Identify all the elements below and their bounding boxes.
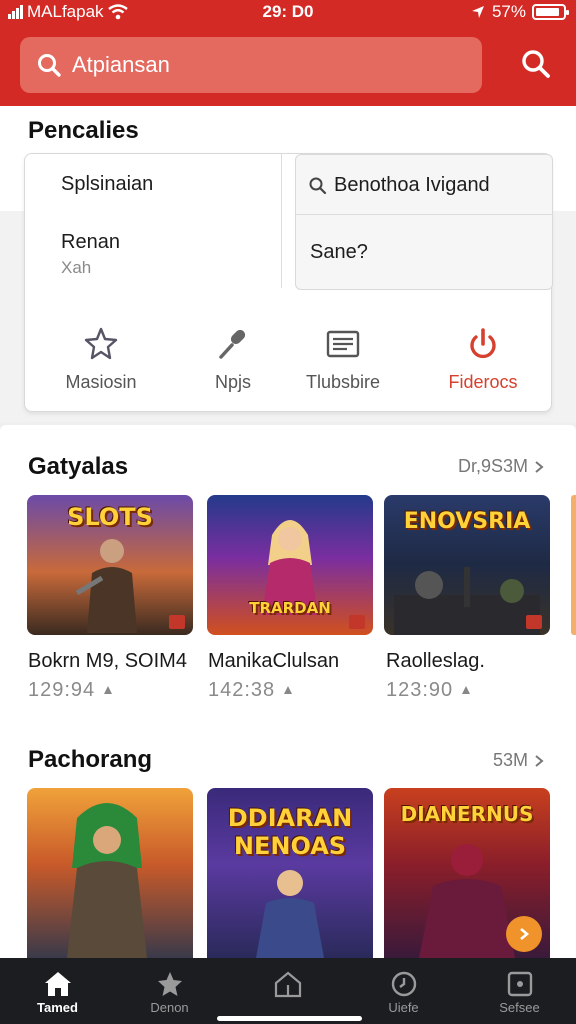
item-meta: 142:38 xyxy=(208,679,293,702)
status-right: 57% xyxy=(470,2,569,22)
search-icon xyxy=(38,54,61,77)
poster-title: SLOTS xyxy=(67,503,153,531)
square-icon xyxy=(507,971,532,997)
right-item-1-label: Benothoa Ivigand xyxy=(334,174,490,196)
action-label: Fiderocs xyxy=(448,372,518,392)
item-title[interactable]: Raolleslag. xyxy=(386,650,485,673)
poster-title: DIANERNUS xyxy=(400,802,534,826)
badge-icon xyxy=(169,615,185,629)
pin-icon xyxy=(462,685,471,694)
app-header: MALfapak 29: D0 57% Atpiansan xyxy=(0,0,576,106)
bottom-navigation: Tamed Denon Uiefe Sefsee xyxy=(0,958,576,1024)
next-arrow-button[interactable] xyxy=(506,916,542,952)
battery-icon xyxy=(532,4,569,20)
game-card[interactable]: DDIARAN NENOAS xyxy=(207,788,373,958)
section-title-pachorang: Pachorang xyxy=(28,746,153,773)
power-icon xyxy=(470,328,496,359)
section-title-pencalies: Pencalies xyxy=(28,117,139,144)
item-meta-value: 142:38 xyxy=(208,679,276,701)
item-meta: 129:94 xyxy=(28,679,113,702)
item-meta-value: 123:90 xyxy=(386,679,454,701)
nav-label: Sefsee xyxy=(499,1000,540,1015)
search-icon xyxy=(309,177,327,194)
character-art xyxy=(67,803,147,958)
nav-item-denon[interactable]: Denon xyxy=(112,968,227,1015)
carousel-peek xyxy=(571,495,576,635)
game-card[interactable]: SLOTS xyxy=(27,495,193,635)
house-outline-icon xyxy=(274,971,301,998)
search-bar[interactable]: Atpiansan xyxy=(20,37,482,93)
search-icon xyxy=(522,50,550,78)
right-item-2[interactable]: Sane? xyxy=(310,241,368,264)
home-indicator xyxy=(217,1016,362,1021)
nav-item-sefsee[interactable]: Sefsee xyxy=(462,968,576,1015)
left-item-2-sub: Xah xyxy=(61,258,92,277)
nav-item-home[interactable]: Tamed xyxy=(0,968,115,1015)
action-tlubsbire[interactable]: Tlubsbire xyxy=(277,324,409,393)
divider xyxy=(281,154,282,288)
see-more-label: 53M xyxy=(492,750,528,770)
newspaper-icon xyxy=(326,330,360,358)
game-card[interactable]: ENOVSRIA xyxy=(384,495,550,635)
item-title[interactable]: Bokrn M9, SOIM4 xyxy=(28,650,187,673)
star-icon xyxy=(157,972,182,996)
see-more-link[interactable]: 53M xyxy=(493,750,544,771)
badge-icon xyxy=(526,615,542,629)
status-bar: MALfapak 29: D0 57% xyxy=(0,0,576,26)
action-fiderocs[interactable]: Fiderocs xyxy=(417,324,549,393)
nav-label: Uiefe xyxy=(388,1000,419,1015)
star-icon xyxy=(84,327,118,360)
action-label: Masiosin xyxy=(65,372,137,392)
divider xyxy=(296,214,552,215)
character-art xyxy=(75,539,137,633)
item-meta-value: 129:94 xyxy=(28,679,96,701)
badge-icon xyxy=(349,615,365,629)
left-item-2[interactable]: Renan xyxy=(61,231,120,254)
right-options-box: Benothoa Ivigand Sane? xyxy=(295,154,553,290)
action-masiosin[interactable]: Masiosin xyxy=(35,324,167,393)
battery-percent: 57% xyxy=(491,2,526,21)
poster-title: TRARDAN xyxy=(249,599,331,617)
chevron-right-icon xyxy=(535,754,544,767)
poster-title: ENOVSRIA xyxy=(403,509,531,534)
game-card[interactable]: TRARDAN xyxy=(207,495,373,635)
left-item-1[interactable]: Splsinaian xyxy=(61,173,153,196)
action-label: Tlubsbire xyxy=(305,372,381,392)
nav-label: Tamed xyxy=(37,1000,78,1015)
location-icon xyxy=(471,6,484,18)
character-art xyxy=(394,567,540,635)
search-button[interactable] xyxy=(516,44,556,84)
right-item-1[interactable]: Benothoa Ivigand xyxy=(308,174,490,197)
nav-item-uiefe[interactable]: Uiefe xyxy=(346,968,461,1015)
quick-access-panel: Splsinaian Renan Xah Benothoa Ivigand Sa… xyxy=(24,153,553,412)
section-title-gatyalas: Gatyalas xyxy=(28,453,129,480)
item-meta: 123:90 xyxy=(386,679,471,702)
item-title[interactable]: ManikaClulsan xyxy=(208,650,339,673)
clock-icon xyxy=(391,971,416,997)
chevron-right-icon xyxy=(535,460,544,473)
chevron-right-icon xyxy=(520,928,530,940)
pin-icon xyxy=(284,685,293,694)
nav-item-house[interactable] xyxy=(230,968,345,1000)
see-more-link[interactable]: Dr,9S3M xyxy=(458,456,544,477)
pin-icon xyxy=(104,685,113,694)
home-icon xyxy=(44,972,71,996)
action-row: Masiosin Npjs Tlubsbire Fiderocs xyxy=(25,324,553,404)
poster-title: DDIARAN NENOAS xyxy=(227,804,353,860)
character-art xyxy=(256,870,324,958)
search-input[interactable]: Atpiansan xyxy=(72,52,170,78)
game-card[interactable] xyxy=(27,788,193,958)
nav-label: Denon xyxy=(150,1000,189,1015)
microphone-icon xyxy=(219,329,246,359)
see-more-label: Dr,9S3M xyxy=(457,456,528,476)
